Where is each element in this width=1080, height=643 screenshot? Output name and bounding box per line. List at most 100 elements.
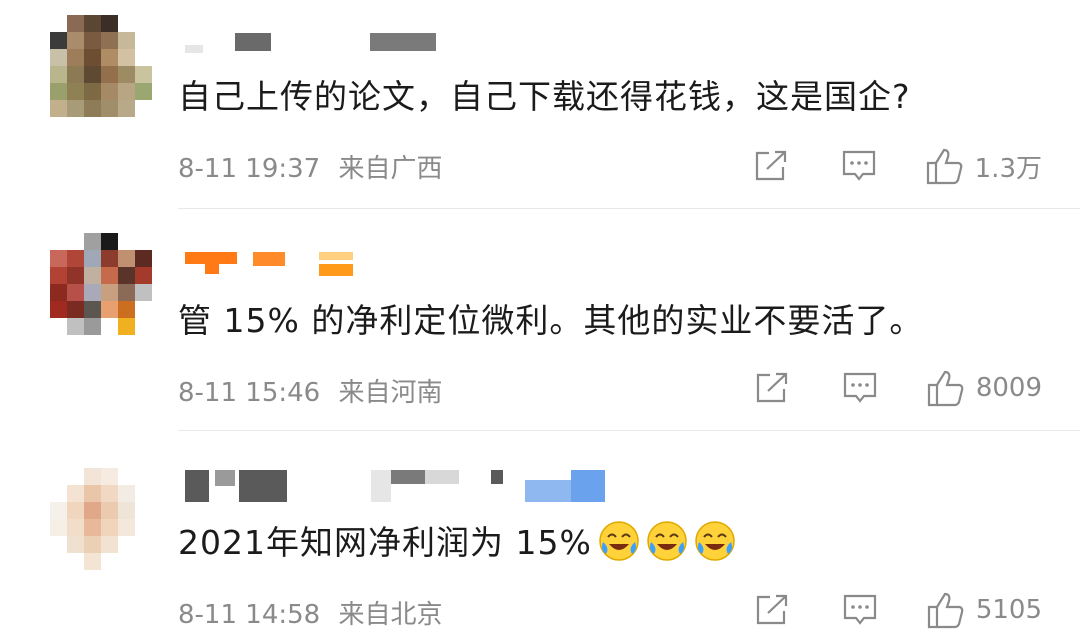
username-blurred[interactable] xyxy=(185,470,605,502)
avatar-pixel xyxy=(118,100,135,117)
avatar-pixel xyxy=(67,536,84,553)
username-blurred[interactable] xyxy=(185,252,365,276)
avatar-pixel xyxy=(101,32,118,49)
avatar-pixel xyxy=(118,250,135,267)
avatar-pixel xyxy=(50,519,67,536)
avatar-pixel xyxy=(135,83,152,100)
like-button[interactable]: 5105 xyxy=(926,590,1042,630)
username-blurred[interactable] xyxy=(185,33,445,55)
comment-location: 来自河南 xyxy=(338,378,443,408)
avatar-pixel xyxy=(67,83,84,100)
avatar-pixel xyxy=(67,553,84,570)
avatar-pixel xyxy=(135,519,152,536)
avatar-pixel xyxy=(118,15,135,32)
avatar-pixel xyxy=(84,83,101,100)
comment-icon xyxy=(842,150,875,181)
comment-time: 8-11 15:46 xyxy=(178,378,321,408)
comment-meta: 8-11 15:46 来自河南 xyxy=(178,372,442,409)
avatar-pixel xyxy=(50,284,67,301)
comment-text: 2021年知网净利润为 15% xyxy=(178,516,736,564)
avatar-pixel xyxy=(67,267,84,284)
share-icon xyxy=(756,594,787,625)
avatar-pixel xyxy=(84,100,101,117)
avatar-pixel xyxy=(135,468,152,485)
avatar-pixel xyxy=(84,284,101,301)
avatar[interactable] xyxy=(50,233,152,335)
comment-icon xyxy=(843,372,876,403)
avatar-pixel xyxy=(135,502,152,519)
avatar-pixel xyxy=(67,32,84,49)
avatar-pixel xyxy=(101,83,118,100)
comment-button[interactable] xyxy=(841,148,877,184)
avatar-pixel xyxy=(67,233,84,250)
avatar-pixel xyxy=(101,49,118,66)
comment-time: 8-11 19:37 xyxy=(178,154,321,184)
avatar-pixel xyxy=(118,267,135,284)
comment-icon xyxy=(843,594,876,625)
avatar-pixel xyxy=(50,502,67,519)
avatar-pixel xyxy=(84,15,101,32)
avatar-pixel xyxy=(135,553,152,570)
thumbs-up-icon xyxy=(926,148,962,185)
avatar-pixel xyxy=(50,100,67,117)
avatar-pixel xyxy=(101,318,118,335)
avatar-pixel xyxy=(101,485,118,502)
avatar-pixel xyxy=(67,519,84,536)
comment-time: 8-11 14:58 xyxy=(178,600,321,630)
comment-text-content: 2021年知网净利润为 15% xyxy=(178,523,592,562)
avatar-pixel xyxy=(118,32,135,49)
avatar-pixel xyxy=(67,318,84,335)
avatar-pixel xyxy=(67,100,84,117)
avatar-pixel xyxy=(50,318,67,335)
divider xyxy=(178,430,1080,431)
avatar-pixel xyxy=(135,318,152,335)
share-button[interactable] xyxy=(754,593,790,627)
avatar-pixel xyxy=(118,83,135,100)
thumbs-up-icon xyxy=(927,370,964,407)
avatar[interactable] xyxy=(50,468,152,570)
like-count: 1.3万 xyxy=(974,153,1042,184)
avatar-pixel xyxy=(118,49,135,66)
avatar[interactable] xyxy=(50,15,152,117)
avatar-pixel xyxy=(118,553,135,570)
avatar-pixel xyxy=(67,49,84,66)
comment-button[interactable] xyxy=(842,370,878,406)
avatar-pixel xyxy=(118,284,135,301)
avatar-pixel xyxy=(84,250,101,267)
avatar-pixel xyxy=(135,284,152,301)
share-button[interactable] xyxy=(754,371,790,405)
avatar-pixel xyxy=(84,318,101,335)
avatar-pixel xyxy=(118,485,135,502)
avatar-pixel xyxy=(135,250,152,267)
avatar-pixel xyxy=(101,66,118,83)
avatar-pixel xyxy=(50,250,67,267)
comment-text: 自己上传的论文，自己下载还得花钱，这是国企? xyxy=(178,77,911,116)
comment-button[interactable] xyxy=(842,592,878,628)
avatar-pixel xyxy=(84,66,101,83)
like-button[interactable]: 8009 xyxy=(926,368,1042,408)
like-count: 5105 xyxy=(975,595,1042,625)
avatar-pixel xyxy=(101,536,118,553)
divider xyxy=(178,208,1080,209)
avatar-pixel xyxy=(118,318,135,335)
share-button[interactable] xyxy=(753,149,789,183)
avatar-pixel xyxy=(135,66,152,83)
avatar-pixel xyxy=(84,267,101,284)
avatar-pixel xyxy=(135,15,152,32)
avatar-pixel xyxy=(135,267,152,284)
avatar-pixel xyxy=(135,100,152,117)
comment-actions: 8009 xyxy=(754,368,1042,408)
avatar-pixel xyxy=(84,536,101,553)
avatar-pixel xyxy=(84,32,101,49)
avatar-pixel xyxy=(118,468,135,485)
avatar-pixel xyxy=(50,553,67,570)
avatar-pixel xyxy=(135,32,152,49)
avatar-pixel xyxy=(50,536,67,553)
avatar-pixel xyxy=(50,233,67,250)
avatar-pixel xyxy=(50,66,67,83)
avatar-pixel xyxy=(101,502,118,519)
avatar-pixel xyxy=(101,15,118,32)
share-icon xyxy=(756,372,787,403)
like-button[interactable]: 1.3万 xyxy=(925,146,1042,186)
avatar-pixel xyxy=(50,468,67,485)
